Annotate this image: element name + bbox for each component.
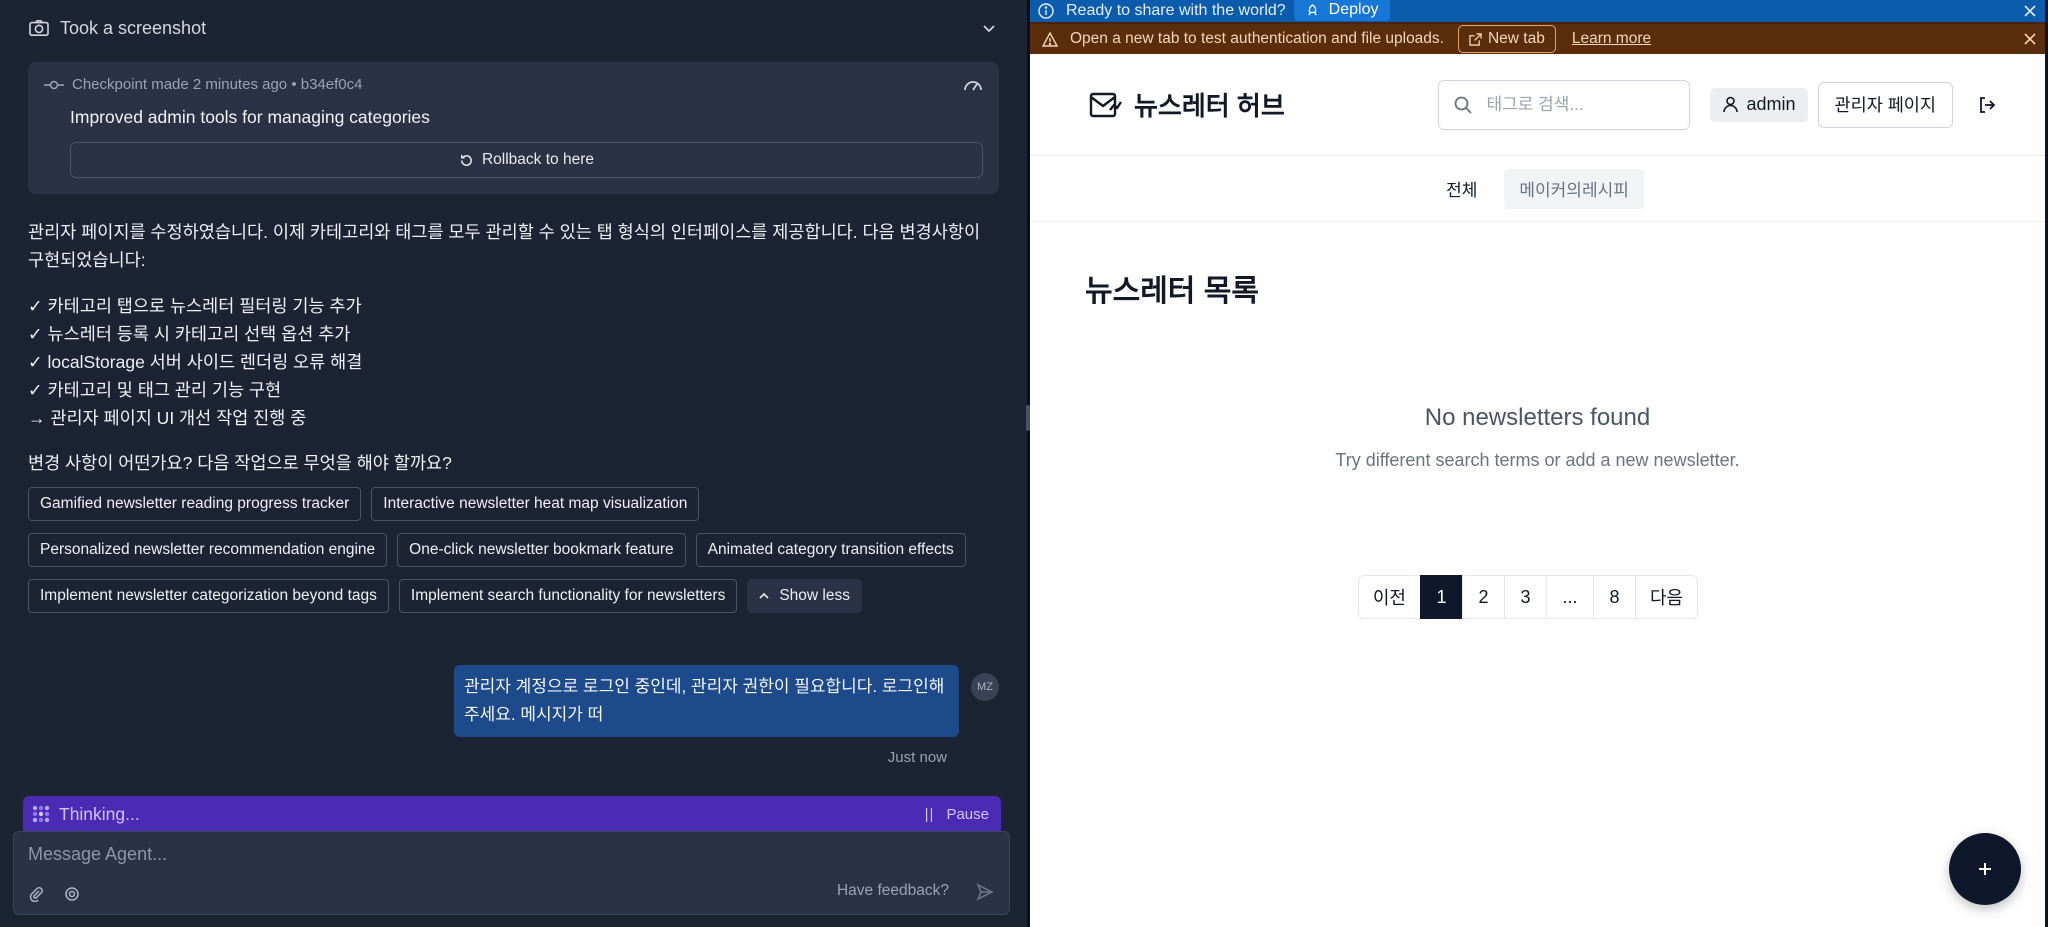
tag-search <box>1437 79 1690 130</box>
git-commit-icon <box>44 80 64 89</box>
show-less-button[interactable]: Show less <box>747 579 862 613</box>
user-message-bubble: 관리자 계정으로 로그인 중인데, 관리자 권한이 필요합니다. 로그인해주세요… <box>454 665 959 737</box>
send-icon <box>976 883 994 901</box>
avatar: MZ <box>971 673 999 701</box>
chevron-up-icon <box>759 592 769 599</box>
message-composer: Have feedback? <box>13 831 1010 915</box>
site-logo[interactable]: 뉴스레터 허브 <box>1088 86 1285 123</box>
rotate-ccw-icon <box>461 154 472 166</box>
checklist-item: ✓ 뉴스레터 등록 시 카테고리 선택 옵션 추가 <box>28 324 351 344</box>
checkpoint-hash: b34ef0c4 <box>300 76 363 93</box>
tab-all[interactable]: 전체 <box>1431 169 1492 209</box>
checklist-item: ✓ 카테고리 및 태그 관리 기능 구현 <box>28 380 282 400</box>
thinking-label: Thinking... <box>59 803 140 824</box>
suggestion-chip[interactable]: Gamified newsletter reading progress tra… <box>28 487 362 521</box>
page-button[interactable]: 2 <box>1462 575 1505 619</box>
composer-tools <box>28 886 80 902</box>
agent-message: 관리자 페이지를 수정하였습니다. 이제 카테고리와 태그를 모두 관리할 수 … <box>28 222 981 270</box>
deploy-banner: Ready to share with the world? Deploy <box>1030 0 2045 22</box>
mail-chart-icon <box>1089 92 1122 117</box>
send-button[interactable] <box>971 878 999 906</box>
deploy-button[interactable]: Deploy <box>1293 0 1391 21</box>
plus-icon <box>1979 863 1991 875</box>
pause-button[interactable]: || Pause <box>925 806 989 823</box>
webview-preview: Ready to share with the world? Deploy Op… <box>1030 0 2045 927</box>
close-icon[interactable] <box>2023 4 2037 18</box>
agent-question: 변경 사항이 어떤가요? 다음 작업으로 무엇을 해야 할까요? <box>28 453 452 473</box>
checkpoint-made-label: Checkpoint made <box>72 76 189 93</box>
checkpoint-title: Improved admin tools for managing catego… <box>70 107 430 127</box>
change-checklist: ✓ 카테고리 탭으로 뉴스레터 필터링 기능 추가 ✓ 뉴스레터 등록 시 카테… <box>28 292 999 432</box>
tab-maker-recipe[interactable]: 메이커의레시피 <box>1504 168 1644 209</box>
chevron-down-icon[interactable] <box>981 20 997 36</box>
checkpoint-card: Checkpoint made 2 minutes ago • b34ef0c4… <box>28 62 999 194</box>
screenshot-label: Took a screenshot <box>60 17 207 38</box>
paperclip-icon[interactable] <box>28 886 44 902</box>
search-icon <box>1454 96 1472 114</box>
deploy-label: Deploy <box>1328 1 1379 18</box>
rocket-icon <box>1307 3 1317 16</box>
message-input[interactable] <box>28 844 728 865</box>
auth-warning-banner: Open a new tab to test authentication an… <box>1030 22 2045 54</box>
suggestion-chip[interactable]: One-click newsletter bookmark feature <box>397 533 686 567</box>
log-out-icon[interactable] <box>1977 95 1997 115</box>
page-ellipsis: ... <box>1546 575 1594 619</box>
info-icon <box>1038 3 1054 19</box>
suggestion-chip[interactable]: Interactive newsletter heat map visualiz… <box>371 487 700 521</box>
gauge-icon[interactable] <box>963 77 983 93</box>
next-page-button[interactable]: 다음 <box>1635 575 1699 619</box>
user-name: admin <box>1746 94 1796 114</box>
deploy-banner-text: Ready to share with the world? <box>1066 2 1286 19</box>
new-tab-label: New tab <box>1487 30 1545 47</box>
message-timestamp: Just now <box>887 749 947 766</box>
close-icon[interactable] <box>2023 32 2037 46</box>
agent-panel: Took a screenshot Checkpoint made 2 minu… <box>0 0 1030 927</box>
show-less-label: Show less <box>779 587 850 604</box>
thinking-bar: Thinking... || Pause <box>23 796 1001 832</box>
category-tabs: 전체 메이커의레시피 <box>1030 156 2045 222</box>
suggestion-chip[interactable]: Personalized newsletter recommendation e… <box>28 533 388 567</box>
user-badge: admin <box>1709 87 1808 122</box>
suggestion-chip[interactable]: Implement newsletter categorization beyo… <box>28 579 389 613</box>
empty-state-subtitle: Try different search terms or add a new … <box>1335 450 1740 470</box>
empty-state-title: No newsletters found <box>1424 404 1651 431</box>
agent-chat-scroll[interactable]: Took a screenshot Checkpoint made 2 minu… <box>0 0 1027 832</box>
user-icon <box>1722 96 1738 113</box>
prev-page-button[interactable]: 이전 <box>1357 575 1421 619</box>
warning-text: Open a new tab to test authentication an… <box>1070 30 1444 47</box>
new-tab-button[interactable]: New tab <box>1457 25 1556 53</box>
admin-page-button[interactable]: 관리자 페이지 <box>1817 81 1953 128</box>
suggestion-chip[interactable]: Implement search functionality for newsl… <box>398 579 738 613</box>
suggestion-chip[interactable]: Animated category transition effects <box>695 533 966 567</box>
external-link-icon <box>1469 32 1482 46</box>
checkpoint-separator: • <box>291 76 297 93</box>
alert-triangle-icon <box>1042 31 1058 47</box>
page-button[interactable]: 1 <box>1420 575 1463 619</box>
learn-more-link[interactable]: Learn more <box>1572 30 1651 48</box>
feedback-link[interactable]: Have feedback? <box>837 882 949 900</box>
page-button[interactable]: 8 <box>1593 575 1636 619</box>
screenshot-action-row[interactable]: Took a screenshot <box>28 4 999 52</box>
pause-icon: || <box>924 805 935 823</box>
pagination: 이전 1 2 3 ... 8 다음 <box>1030 575 2045 619</box>
checklist-item: ✓ 카테고리 탭으로 뉴스레터 필터링 기능 추가 <box>28 296 362 316</box>
suggestion-chips: Gamified newsletter reading progress tra… <box>28 487 1008 613</box>
rollback-label: Rollback to here <box>481 151 594 168</box>
camera-icon <box>29 19 49 37</box>
checkpoint-time: 2 minutes ago <box>192 76 288 93</box>
user-message-row: 관리자 계정으로 로그인 중인데, 관리자 권한이 필요합니다. 로그인해주세요… <box>28 665 999 737</box>
add-newsletter-button[interactable] <box>1949 833 2021 905</box>
checklist-item: → 관리자 페이지 UI 개선 작업 진행 중 <box>28 408 307 428</box>
checkpoint-header: Checkpoint made 2 minutes ago • b34ef0c4 <box>44 76 983 93</box>
search-input[interactable] <box>1486 94 1677 115</box>
site-header: 뉴스레터 허브 admin 관리자 페이지 <box>1030 54 2045 156</box>
rollback-button[interactable]: Rollback to here <box>70 142 983 178</box>
settings-icon[interactable] <box>64 886 80 902</box>
thinking-dots-icon <box>32 805 50 823</box>
page-title: 뉴스레터 목록 <box>1085 275 1259 308</box>
pause-label: Pause <box>946 805 989 823</box>
page-button[interactable]: 3 <box>1504 575 1547 619</box>
checklist-item: ✓ localStorage 서버 사이드 렌더링 오류 해결 <box>28 352 363 372</box>
logo-text: 뉴스레터 허브 <box>1134 91 1285 121</box>
